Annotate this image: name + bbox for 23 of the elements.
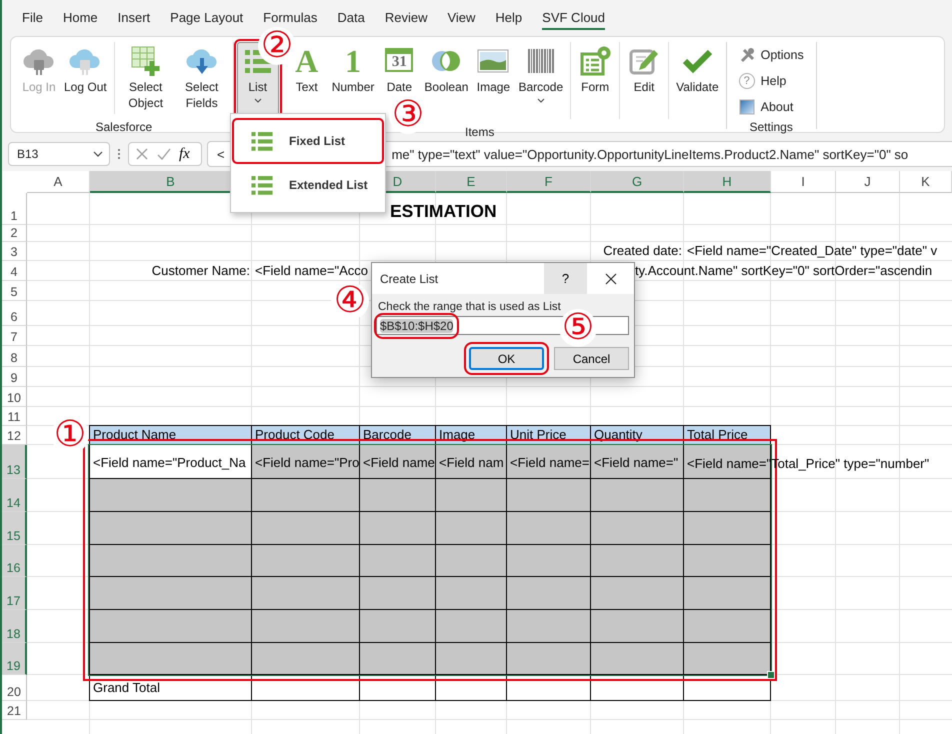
group-label: Items (464, 125, 494, 141)
field-tag: <Field name (359, 444, 436, 479)
digit-icon: 1 (345, 45, 362, 77)
cell-text: <Field name="Acco (254, 263, 370, 280)
cell-text: <Field name="Created_Date" type="date" v (686, 243, 938, 260)
prompt-text: Check the range that is used as List (377, 300, 562, 314)
cell-label: Created date: (602, 243, 683, 260)
cell-text: ty.Account.Name" sortKey="0" sortOrder="ascendin (634, 263, 934, 280)
cell-label: Customer Name: (150, 263, 251, 280)
field-tag: <Field nam (435, 444, 507, 479)
group-label: Settings (749, 120, 793, 136)
dialog-title: Create List (379, 272, 440, 286)
calendar-icon: 31 (385, 48, 414, 72)
group-label: Salesforce (96, 120, 152, 136)
sheet-title: ESTIMATION (390, 201, 497, 221)
field-tag: <Field name=" (590, 444, 684, 479)
letter-icon: A (295, 45, 318, 77)
step-marker: ② (258, 27, 296, 65)
help-icon: ? (738, 73, 755, 89)
field-tag: <Field name="Pro (251, 444, 360, 479)
formula-text: me" type="text" value="Opportunity.OpportunityLineItems.Product2.Name" sortKey="0" so (392, 146, 908, 162)
formula-text: < (217, 146, 225, 162)
field-tag: <Field name= (506, 444, 591, 479)
